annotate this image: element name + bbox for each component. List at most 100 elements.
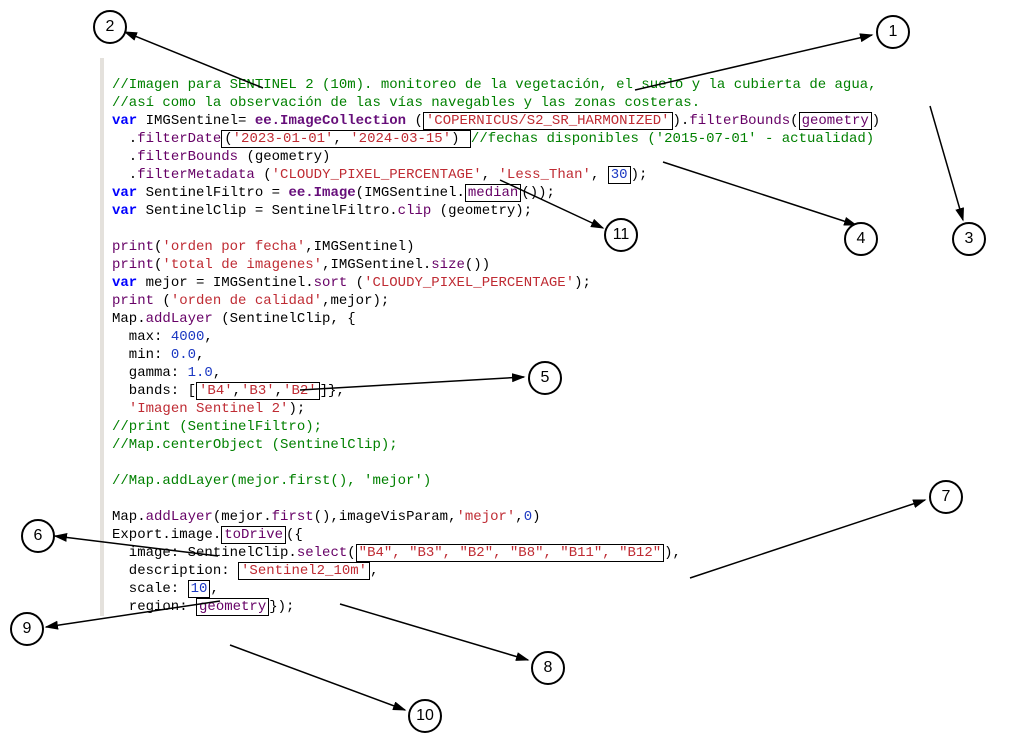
method: size xyxy=(431,257,465,273)
txt: ), xyxy=(664,545,681,561)
callout-3: 3 xyxy=(952,222,986,256)
kw-var: var xyxy=(112,113,137,129)
txt: ). xyxy=(673,113,690,129)
txt: (geometry); xyxy=(431,203,532,219)
str: 'orden de calidad' xyxy=(171,293,322,309)
txt: , xyxy=(213,365,221,381)
txt: , xyxy=(515,509,523,525)
collection-id: 'COPERNICUS/S2_SR_HARMONIZED' xyxy=(426,113,670,129)
code-line: var mejor = IMGSentinel.sort ('CLOUDY_PI… xyxy=(112,275,591,291)
code-line: .filterDate('2023-01-01', '2024-03-15') … xyxy=(112,131,874,147)
txt: . xyxy=(112,131,137,147)
method: sort xyxy=(314,275,348,291)
code-line: .filterMetadata ('CLOUDY_PIXEL_PERCENTAG… xyxy=(112,167,647,183)
txt: Map. xyxy=(112,509,146,525)
code-line: Map.addLayer (SentinelClip, { xyxy=(112,311,356,327)
txt: ]}, xyxy=(320,383,345,399)
txt: ) xyxy=(451,131,468,147)
txt xyxy=(112,401,129,417)
str: 'total de imagenes' xyxy=(162,257,322,273)
txt: ( xyxy=(790,113,798,129)
txt: image: SentinelClip. xyxy=(112,545,297,561)
txt: mejor = IMGSentinel. xyxy=(137,275,313,291)
callout-5: 5 xyxy=(528,361,562,395)
txt: , xyxy=(210,581,218,597)
txt: IMGSentinel= xyxy=(137,113,255,129)
txt: , xyxy=(333,131,350,147)
txt: max: xyxy=(112,329,171,345)
txt: ( xyxy=(154,293,171,309)
txt: (SentinelClip, { xyxy=(213,311,356,327)
str: 'CLOUDY_PIXEL_PERCENTAGE' xyxy=(364,275,574,291)
callout-1: 1 xyxy=(876,15,910,49)
callout-8: 8 xyxy=(531,651,565,685)
str: 'CLOUDY_PIXEL_PERCENTAGE' xyxy=(272,167,482,183)
callout-4: 4 xyxy=(844,222,878,256)
export-scale: 10 xyxy=(191,581,208,597)
code-line: print ('orden de calidad',mejor); xyxy=(112,293,389,309)
txt: ( xyxy=(347,275,364,291)
txt: bands: [ xyxy=(112,383,196,399)
txt: ); xyxy=(574,275,591,291)
code-line: .filterBounds (geometry) xyxy=(112,149,330,165)
code-line: print('total de imagenes',IMGSentinel.si… xyxy=(112,257,490,273)
date-end: '2024-03-15' xyxy=(350,131,451,147)
code-line: bands: ['B4','B3','B2']}, xyxy=(112,383,345,399)
txt: ,IMGSentinel. xyxy=(322,257,431,273)
code-line: //Map.centerObject (SentinelClip); xyxy=(112,437,398,453)
callout-10: 10 xyxy=(408,699,442,733)
txt: ( xyxy=(347,545,355,561)
code-line: description: 'Sentinel2_10m', xyxy=(112,563,378,579)
txt: . xyxy=(112,149,137,165)
method: first xyxy=(272,509,314,525)
code-line: region: geometry}); xyxy=(112,599,294,615)
comment: //fechas disponibles ('2015-07-01' - act… xyxy=(471,131,874,147)
txt: , xyxy=(370,563,378,579)
txt: ( xyxy=(224,131,232,147)
txt: SentinelFiltro = xyxy=(137,185,288,201)
kw-var: var xyxy=(112,203,137,219)
ee-type: ee.ImageCollection xyxy=(255,113,406,129)
export-target: toDrive xyxy=(224,527,283,543)
export-region: geometry xyxy=(199,599,266,615)
txt: }); xyxy=(269,599,294,615)
txt: , xyxy=(275,383,283,399)
txt: , xyxy=(196,347,204,363)
txt: ) xyxy=(872,113,880,129)
code-line: //así como la observación de las vías na… xyxy=(112,95,700,111)
txt: . xyxy=(112,167,137,183)
txt: ()); xyxy=(521,185,555,201)
date-start: '2023-01-01' xyxy=(233,131,334,147)
txt: min: xyxy=(112,347,171,363)
code-line: max: 4000, xyxy=(112,329,213,345)
method: select xyxy=(297,545,347,561)
code-line: gamma: 1.0, xyxy=(112,365,221,381)
txt: Map. xyxy=(112,311,146,327)
txt: ) xyxy=(532,509,540,525)
code-line: print('orden por fecha',IMGSentinel) xyxy=(112,239,414,255)
txt: (mejor. xyxy=(213,509,272,525)
geometry-ref: geometry xyxy=(802,113,869,129)
txt: ); xyxy=(288,401,305,417)
num: 4000 xyxy=(171,329,205,345)
kw-var: var xyxy=(112,185,137,201)
method: filterBounds xyxy=(137,149,238,165)
code-line: min: 0.0, xyxy=(112,347,204,363)
callout-11: 11 xyxy=(604,218,638,252)
code-line: Map.addLayer(mejor.first(),imageVisParam… xyxy=(112,509,541,525)
callout-9: 9 xyxy=(10,612,44,646)
num: 0 xyxy=(524,509,532,525)
txt: ,IMGSentinel) xyxy=(305,239,414,255)
blank-line xyxy=(112,455,120,471)
blank-line xyxy=(112,221,120,237)
txt: ({ xyxy=(286,527,303,543)
band: 'B2' xyxy=(283,383,317,399)
num: 0.0 xyxy=(171,347,196,363)
txt: Export.image. xyxy=(112,527,221,543)
layer-name: 'Imagen Sentinel 2' xyxy=(129,401,289,417)
txt: ()) xyxy=(465,257,490,273)
fn: print xyxy=(112,257,154,273)
txt: ( xyxy=(255,167,272,183)
str: 'Less_Than' xyxy=(499,167,591,183)
kw-var: var xyxy=(112,275,137,291)
